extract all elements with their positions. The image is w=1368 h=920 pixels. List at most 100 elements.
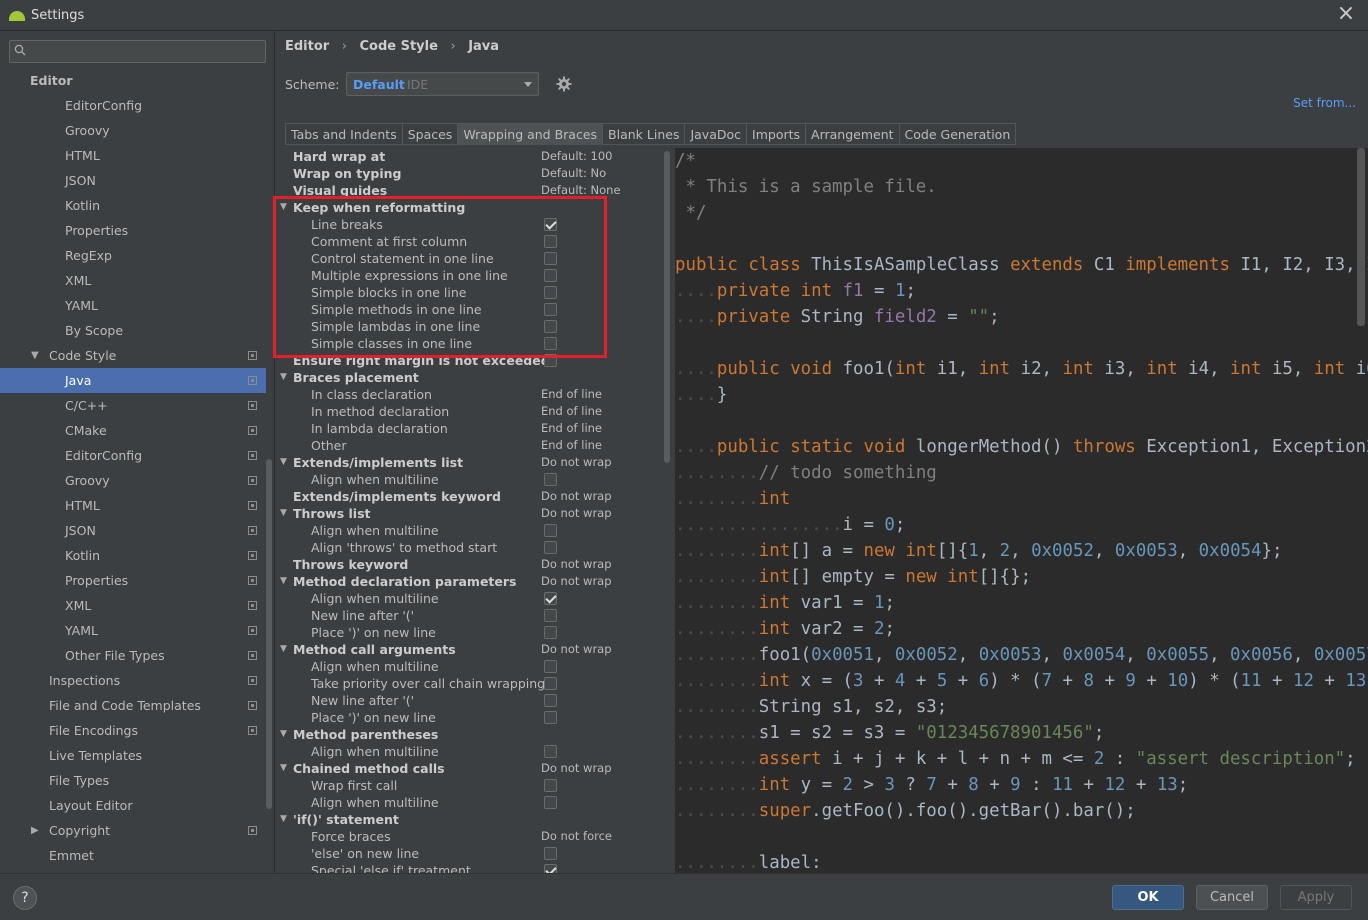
option-value[interactable]: Do not wrap: [541, 505, 612, 522]
tree-item-json[interactable]: JSON: [0, 518, 266, 543]
tab-wrapping-and-braces[interactable]: Wrapping and Braces: [457, 123, 604, 145]
option-checkbox[interactable]: [544, 796, 557, 809]
option-checkbox[interactable]: [544, 235, 557, 248]
option-checkbox[interactable]: [544, 694, 557, 707]
tree-item-kotlin[interactable]: Kotlin: [0, 193, 266, 218]
tree-item-html[interactable]: HTML: [0, 143, 266, 168]
option-checkbox[interactable]: [544, 337, 557, 350]
expand-triangle-icon[interactable]: ▼: [280, 505, 287, 522]
tree-item-properties[interactable]: Properties: [0, 568, 266, 593]
apply-button[interactable]: Apply: [1280, 885, 1352, 910]
option-value[interactable]: End of line: [541, 437, 602, 454]
option-checkbox[interactable]: [544, 252, 557, 265]
tab-imports[interactable]: Imports: [746, 123, 807, 145]
expand-triangle-icon[interactable]: ▼: [280, 811, 287, 828]
tab-blank-lines[interactable]: Blank Lines: [602, 123, 686, 145]
option-checkbox[interactable]: [544, 660, 557, 673]
tree-scrollbar[interactable]: [266, 459, 272, 809]
tree-item-editor[interactable]: Editor: [0, 68, 266, 93]
tree-item-layout-editor[interactable]: Layout Editor: [0, 793, 266, 818]
preview-scrollbar[interactable]: [1357, 148, 1365, 326]
expand-triangle-icon[interactable]: ▼: [280, 199, 287, 216]
tree-item-yaml[interactable]: YAML: [0, 618, 266, 643]
option-value[interactable]: Do not wrap: [541, 760, 612, 777]
option-checkbox[interactable]: [544, 269, 557, 282]
tree-item-html[interactable]: HTML: [0, 493, 266, 518]
expand-triangle-icon[interactable]: ▼: [280, 454, 287, 471]
option-value[interactable]: Default: None: [541, 182, 621, 199]
expand-triangle-icon[interactable]: ▼: [280, 369, 287, 386]
tree-item-code-style[interactable]: ▼ Code Style: [0, 343, 266, 368]
option-checkbox[interactable]: [544, 609, 557, 622]
tab-spaces[interactable]: Spaces: [401, 123, 459, 145]
search-field[interactable]: [9, 40, 266, 63]
help-button[interactable]: ?: [13, 886, 37, 910]
option-checkbox[interactable]: [544, 592, 557, 605]
option-checkbox[interactable]: [544, 779, 557, 792]
option-checkbox[interactable]: [544, 286, 557, 299]
expand-triangle-icon[interactable]: ▼: [280, 726, 287, 743]
tree-item-file-encodings[interactable]: File Encodings: [0, 718, 266, 743]
tree-item-groovy[interactable]: Groovy: [0, 468, 266, 493]
options-scrollbar[interactable]: [664, 151, 670, 463]
option-value[interactable]: Do not force: [541, 828, 612, 845]
option-value[interactable]: End of line: [541, 386, 602, 403]
tab-javadoc[interactable]: JavaDoc: [684, 123, 748, 145]
chevron-down-icon[interactable]: ▼: [31, 343, 39, 368]
chevron-right-icon[interactable]: ▶: [31, 818, 39, 843]
tree-item-regexp[interactable]: RegExp: [0, 243, 266, 268]
gear-icon[interactable]: [556, 76, 572, 92]
option-checkbox[interactable]: [544, 541, 557, 554]
option-checkbox[interactable]: [544, 711, 557, 724]
tree-item-json[interactable]: JSON: [0, 168, 266, 193]
option-checkbox[interactable]: [544, 745, 557, 758]
option-checkbox[interactable]: [544, 218, 557, 231]
option-value[interactable]: Default: No: [541, 165, 606, 182]
option-value[interactable]: Default: 100: [541, 148, 613, 165]
option-value[interactable]: End of line: [541, 403, 602, 420]
tree-item-emmet[interactable]: Emmet: [0, 843, 266, 868]
option-value[interactable]: Do not wrap: [541, 488, 612, 505]
close-icon[interactable]: ×: [1334, 3, 1358, 27]
option-checkbox[interactable]: [544, 864, 557, 873]
tree-item-inspections[interactable]: Inspections: [0, 668, 266, 693]
tree-item-java[interactable]: Java: [0, 368, 266, 393]
option-checkbox[interactable]: [544, 847, 557, 860]
option-checkbox[interactable]: [544, 524, 557, 537]
option-value[interactable]: Do not wrap: [541, 556, 612, 573]
search-input[interactable]: [36, 43, 256, 60]
option-value[interactable]: End of line: [541, 420, 602, 437]
expand-triangle-icon[interactable]: ▼: [280, 760, 287, 777]
tree-item-xml[interactable]: XML: [0, 268, 266, 293]
option-checkbox[interactable]: [544, 320, 557, 333]
option-value[interactable]: Do not wrap: [541, 641, 612, 658]
tab-code-generation[interactable]: Code Generation: [898, 123, 1017, 145]
set-from-link[interactable]: Set from...: [1293, 96, 1356, 110]
expand-triangle-icon[interactable]: ▼: [280, 641, 287, 658]
scheme-dropdown[interactable]: Default IDE: [346, 72, 539, 96]
option-checkbox[interactable]: [544, 626, 557, 639]
tree-item-editorconfig[interactable]: EditorConfig: [0, 93, 266, 118]
tree-item-c-c-[interactable]: C/C++: [0, 393, 266, 418]
tree-item-groovy[interactable]: Groovy: [0, 118, 266, 143]
tree-item-live-templates[interactable]: Live Templates: [0, 743, 266, 768]
tree-item-kotlin[interactable]: Kotlin: [0, 543, 266, 568]
expand-triangle-icon[interactable]: ▼: [280, 573, 287, 590]
option-checkbox[interactable]: [544, 303, 557, 316]
tree-item-yaml[interactable]: YAML: [0, 293, 266, 318]
tree-item-editorconfig[interactable]: EditorConfig: [0, 443, 266, 468]
tree-item-file-types[interactable]: File Types: [0, 768, 266, 793]
option-value[interactable]: Do not wrap: [541, 573, 612, 590]
tab-tabs-and-indents[interactable]: Tabs and Indents: [285, 123, 403, 145]
option-checkbox[interactable]: [544, 677, 557, 690]
option-checkbox[interactable]: [544, 354, 557, 367]
ok-button[interactable]: OK: [1112, 885, 1184, 910]
tree-item-copyright[interactable]: ▶ Copyright: [0, 818, 266, 843]
tree-item-file-and-code-templates[interactable]: File and Code Templates: [0, 693, 266, 718]
tree-item-properties[interactable]: Properties: [0, 218, 266, 243]
tree-item-cmake[interactable]: CMake: [0, 418, 266, 443]
cancel-button[interactable]: Cancel: [1196, 885, 1268, 910]
tree-item-by-scope[interactable]: By Scope: [0, 318, 266, 343]
tree-item-xml[interactable]: XML: [0, 593, 266, 618]
tab-arrangement[interactable]: Arrangement: [805, 123, 900, 145]
